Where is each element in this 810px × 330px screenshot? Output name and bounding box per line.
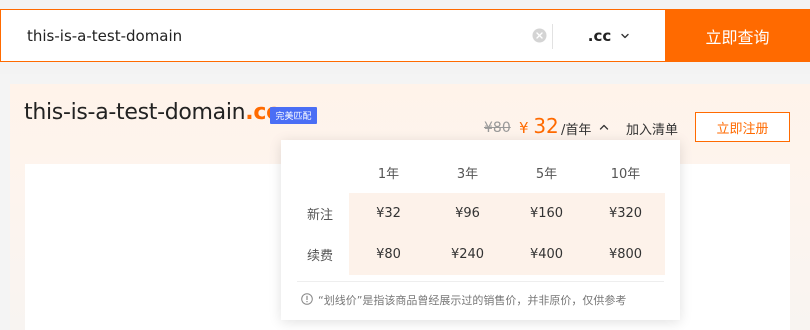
current-price: ¥ 32 [519,114,559,138]
row-label: 新注 [306,208,333,223]
price-cell: ¥96 [455,206,480,221]
domain-search-input[interactable] [27,10,507,61]
price-table-header: 1年 3年 5年 10年 [291,152,665,193]
period-header: 10年 [610,167,641,182]
match-badge: 完美匹配 [270,107,317,124]
info-icon [301,292,313,308]
register-button[interactable]: 立即注册 [695,112,790,142]
price-cell: ¥320 [608,206,643,221]
price-cell: ¥240 [450,247,485,262]
price-cell: ¥160 [529,206,564,221]
price-cell: ¥80 [376,247,401,262]
price-amount: 32 [533,114,559,138]
add-to-list-button[interactable]: 加入清单 [626,119,678,138]
price-cell: ¥32 [376,206,401,221]
period-header: 3年 [456,167,479,182]
price-row-new: 新注 ¥32 ¥96 ¥160 ¥320 [291,193,665,234]
suffix-selected-value: .cc [587,26,612,45]
period-header: 5年 [535,167,558,182]
price-cell: ¥400 [529,247,564,262]
price-note: “划线价”是指该商品曾经展示过的销售价，并非原价，仅供参考 [301,292,626,308]
original-price: ¥80 [484,120,511,136]
price-unit: /首年 [561,123,592,138]
price-table: 1年 3年 5年 10年 新注 ¥32 ¥96 ¥160 ¥320 续费 ¥80 [291,152,665,275]
chevron-down-icon [620,26,630,45]
price-detail-popover: 1年 3年 5年 10年 新注 ¥32 ¥96 ¥160 ¥320 续费 ¥80 [281,140,680,320]
domain-suffix-select[interactable]: .cc [553,10,665,61]
currency-symbol: ¥ [519,119,529,137]
price-cell: ¥800 [608,247,643,262]
page: .cc 立即查询 this-is-a-test-domain.cc 完美匹配 ¥… [0,0,810,330]
domain-title: this-is-a-test-domain.cc [24,100,279,125]
chevron-up-icon[interactable] [597,119,611,133]
price-row-renew: 续费 ¥80 ¥240 ¥400 ¥800 [291,234,665,275]
price-note-text: “划线价”是指该商品曾经展示过的销售价，并非原价，仅供参考 [318,294,627,307]
search-box: .cc [0,9,665,62]
domain-name: this-is-a-test-domain [24,100,246,125]
clear-icon[interactable] [532,28,547,43]
search-button[interactable]: 立即查询 [665,9,810,62]
period-header: 1年 [377,167,400,182]
divider [297,281,664,282]
search-bar: .cc 立即查询 [0,0,810,74]
row-label: 续费 [306,249,333,264]
